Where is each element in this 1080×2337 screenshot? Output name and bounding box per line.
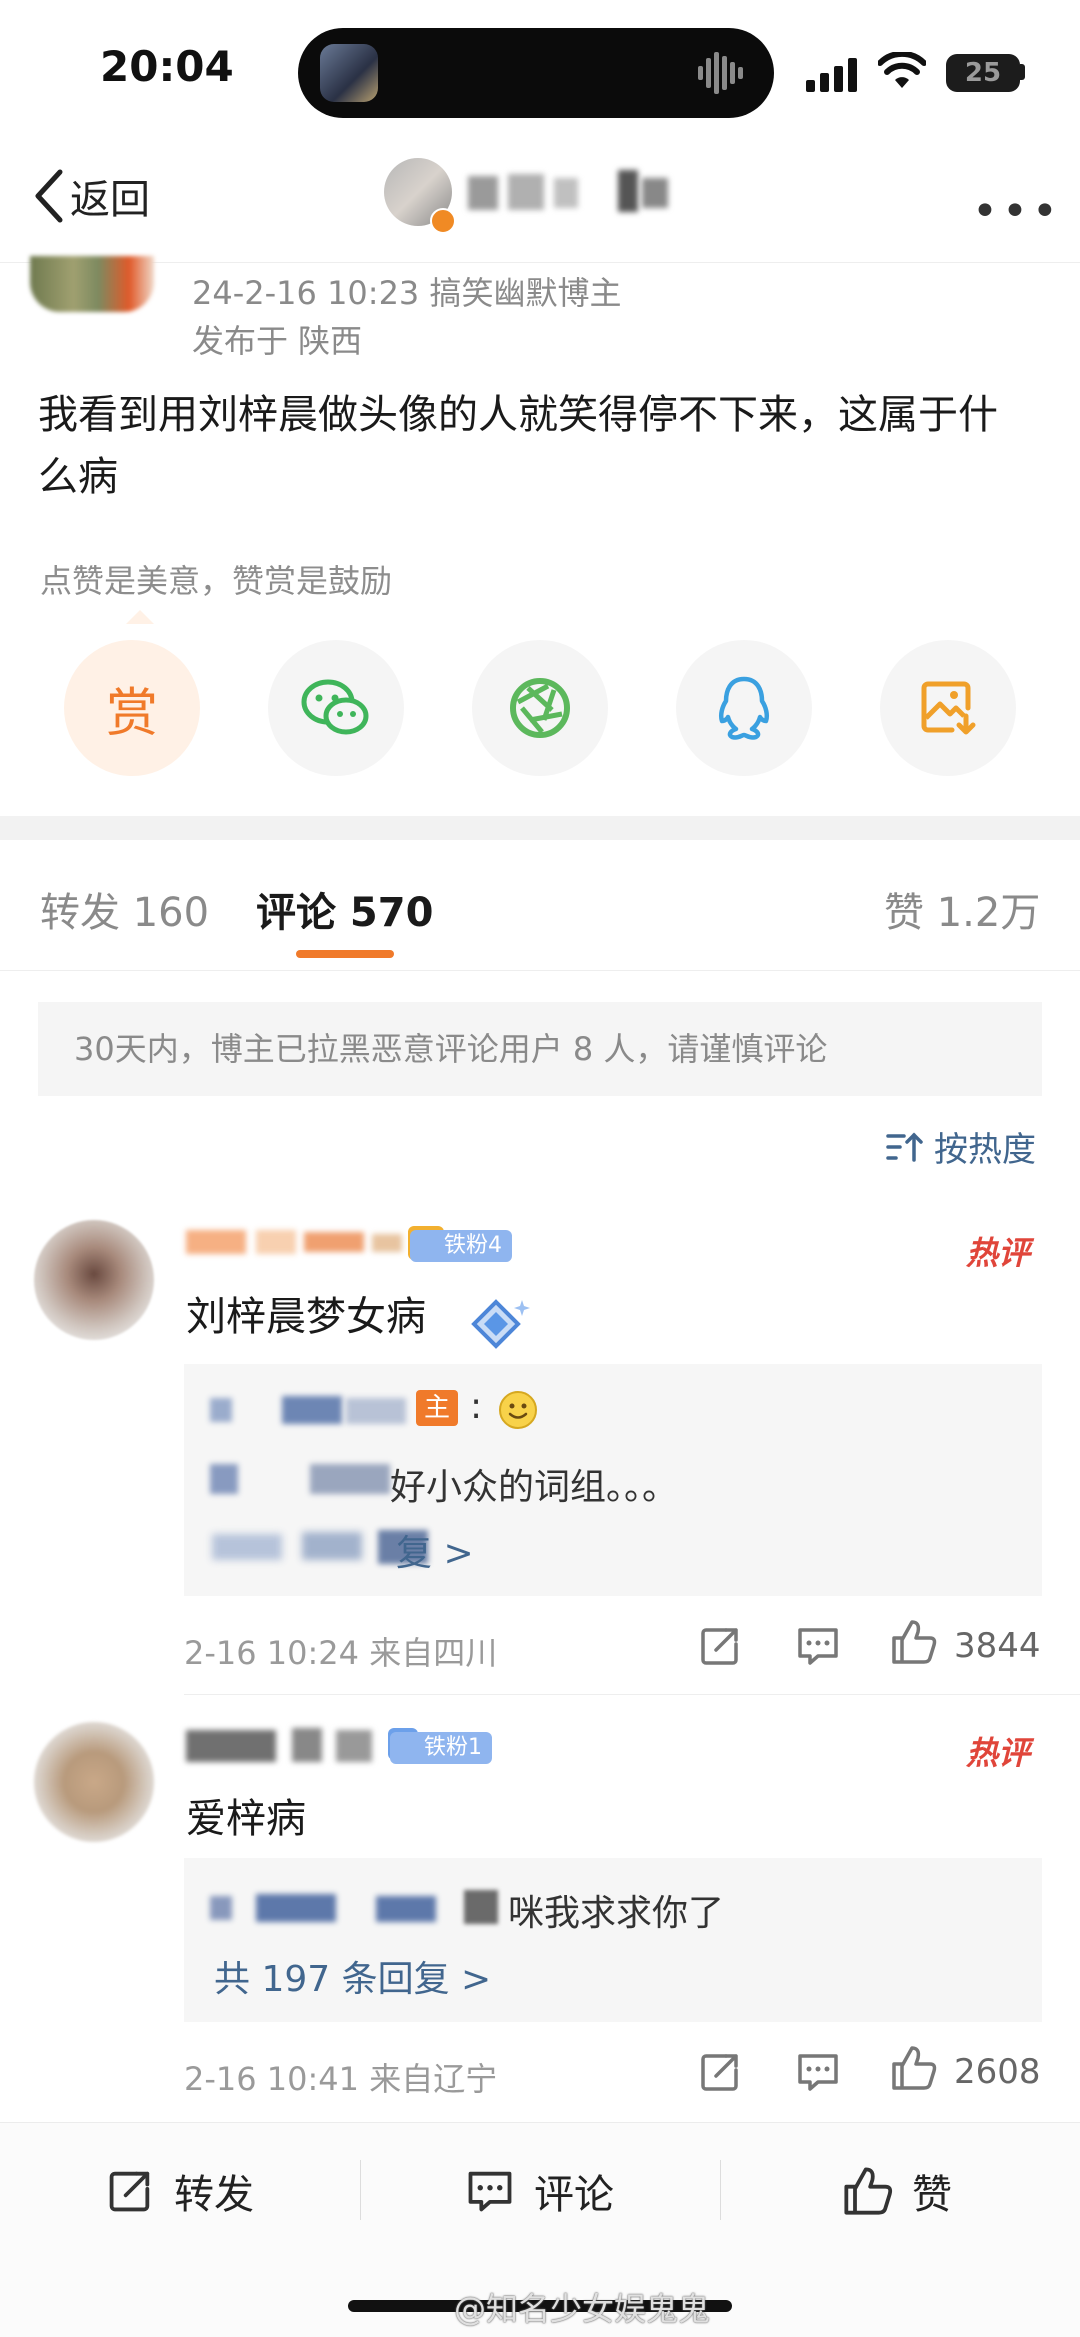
sort-by-heat-button[interactable]: 按热度 <box>886 1122 1036 1171</box>
author-tag: 主 <box>416 1390 459 1426</box>
battery-tip <box>1020 64 1025 80</box>
post-meta: 24-2-16 10:23 搞笑幽默博主 <box>192 274 622 312</box>
author-name-redacted[interactable] <box>468 168 688 216</box>
moments-aperture-icon <box>510 678 570 738</box>
like-count: 2608 <box>954 2052 1041 2092</box>
wechat-icon <box>301 679 369 735</box>
reward-caret <box>126 610 154 624</box>
like-thumb-icon[interactable] <box>890 1618 938 1666</box>
smile-emoji-icon <box>499 1391 537 1429</box>
comment-icon[interactable] <box>794 2048 842 2096</box>
repost-button[interactable]: 转发 <box>104 2156 254 2226</box>
repost-icon <box>109 2171 150 2212</box>
tab-comment[interactable]: 评论 570 <box>256 880 433 938</box>
image-download-icon <box>921 681 976 735</box>
chevron-left-icon <box>35 169 63 223</box>
fan-level-badge: 铁粉4 <box>410 1230 512 1262</box>
reward-label: 赏 <box>105 683 158 744</box>
reward-hint: 点赞是美意，赞赏是鼓励 <box>40 562 393 600</box>
reply-author-redacted[interactable] <box>206 1390 436 1426</box>
wifi-icon <box>878 52 926 88</box>
like-thumb-icon[interactable] <box>890 2044 938 2092</box>
more-options-button[interactable]: ••• <box>972 186 1062 237</box>
reply-text: 好小众的词组。。。 <box>390 1467 679 1508</box>
post-text: 我看到用刘梓晨做头像的人就笑得停不下来，这属于什么病 <box>38 392 998 500</box>
comment-label: 评论 <box>534 2172 614 2218</box>
share-wechat-button[interactable] <box>268 640 404 776</box>
tab-divider <box>0 970 1080 971</box>
commenter-avatar[interactable] <box>34 1722 154 1842</box>
like-thumb-icon <box>844 2167 893 2215</box>
comment-time-location: 2-16 10:24 来自四川 <box>184 1634 498 1672</box>
audio-waveform-icon <box>698 52 743 94</box>
sort-label: 按热度 <box>934 1130 1036 1170</box>
commenter-name-redacted[interactable] <box>186 1726 386 1766</box>
music-artwork-icon <box>320 44 378 102</box>
view-replies-link[interactable]: 共 197 条回复 > <box>214 1950 491 2002</box>
battery-indicator: 25 <box>946 54 1020 92</box>
verified-badge-icon <box>430 208 456 234</box>
comment-divider <box>184 1694 1080 1695</box>
view-replies-link[interactable]: 复 > <box>396 1524 474 1576</box>
comment-text: 刘梓晨梦女病 <box>186 1294 426 1340</box>
diamond-sticker-icon <box>471 1299 530 1349</box>
commenter-avatar[interactable] <box>34 1220 154 1340</box>
reply-author-redacted[interactable] <box>206 1886 506 1926</box>
save-image-button[interactable] <box>880 640 1016 776</box>
repost-icon[interactable] <box>696 1622 744 1670</box>
like-count: 3844 <box>954 1626 1041 1666</box>
section-gap <box>0 816 1080 840</box>
comment-button[interactable]: 评论 <box>464 2156 614 2226</box>
share-qq-button[interactable] <box>676 640 812 776</box>
share-moments-button[interactable] <box>472 640 608 776</box>
blocklist-notice: 30天内，博主已拉黑恶意评论用户 8 人，请谨慎评论 <box>38 1002 1042 1096</box>
hot-comment-tag: 热评 <box>966 1734 1031 1772</box>
reply-prefix-redacted <box>206 1458 396 1498</box>
active-tab-indicator <box>296 950 394 958</box>
status-time: 20:04 <box>100 42 234 91</box>
post-location: 发布于 陕西 <box>192 322 363 360</box>
cellular-signal-icon <box>806 58 857 92</box>
comment-icon[interactable] <box>794 1622 842 1670</box>
qq-penguin-icon <box>718 676 770 740</box>
bottom-separator <box>360 2160 361 2220</box>
weibo-watermark: @知名少女娱鬼鬼 <box>454 2290 711 2328</box>
hot-comment-tag: 热评 <box>966 1234 1031 1272</box>
post-avatar[interactable] <box>30 256 154 312</box>
tab-like[interactable]: 赞 1.2万 <box>884 880 1040 938</box>
fan-level-badge: 铁粉1 <box>390 1732 492 1764</box>
comment-icon <box>468 2171 512 2212</box>
comment-time-location: 2-16 10:41 来自辽宁 <box>184 2060 498 2098</box>
comment-text: 爱梓病 <box>186 1796 306 1842</box>
tab-repost[interactable]: 转发 160 <box>40 880 209 938</box>
repost-label: 转发 <box>174 2172 254 2218</box>
reward-button[interactable]: 赏 <box>64 640 200 776</box>
commenter-name-redacted[interactable] <box>186 1226 416 1256</box>
like-button[interactable]: 赞 <box>842 2156 952 2226</box>
back-button[interactable]: 返回 <box>30 160 150 232</box>
header-divider <box>0 262 1080 263</box>
reply-text: 咪我求求你了 <box>508 1893 725 1934</box>
bottom-separator <box>720 2160 721 2220</box>
reply-colon: : <box>470 1386 483 1427</box>
sort-icon <box>886 1132 923 1162</box>
repost-icon[interactable] <box>696 2048 744 2096</box>
like-label: 赞 <box>912 2172 952 2218</box>
back-label: 返回 <box>70 177 150 223</box>
